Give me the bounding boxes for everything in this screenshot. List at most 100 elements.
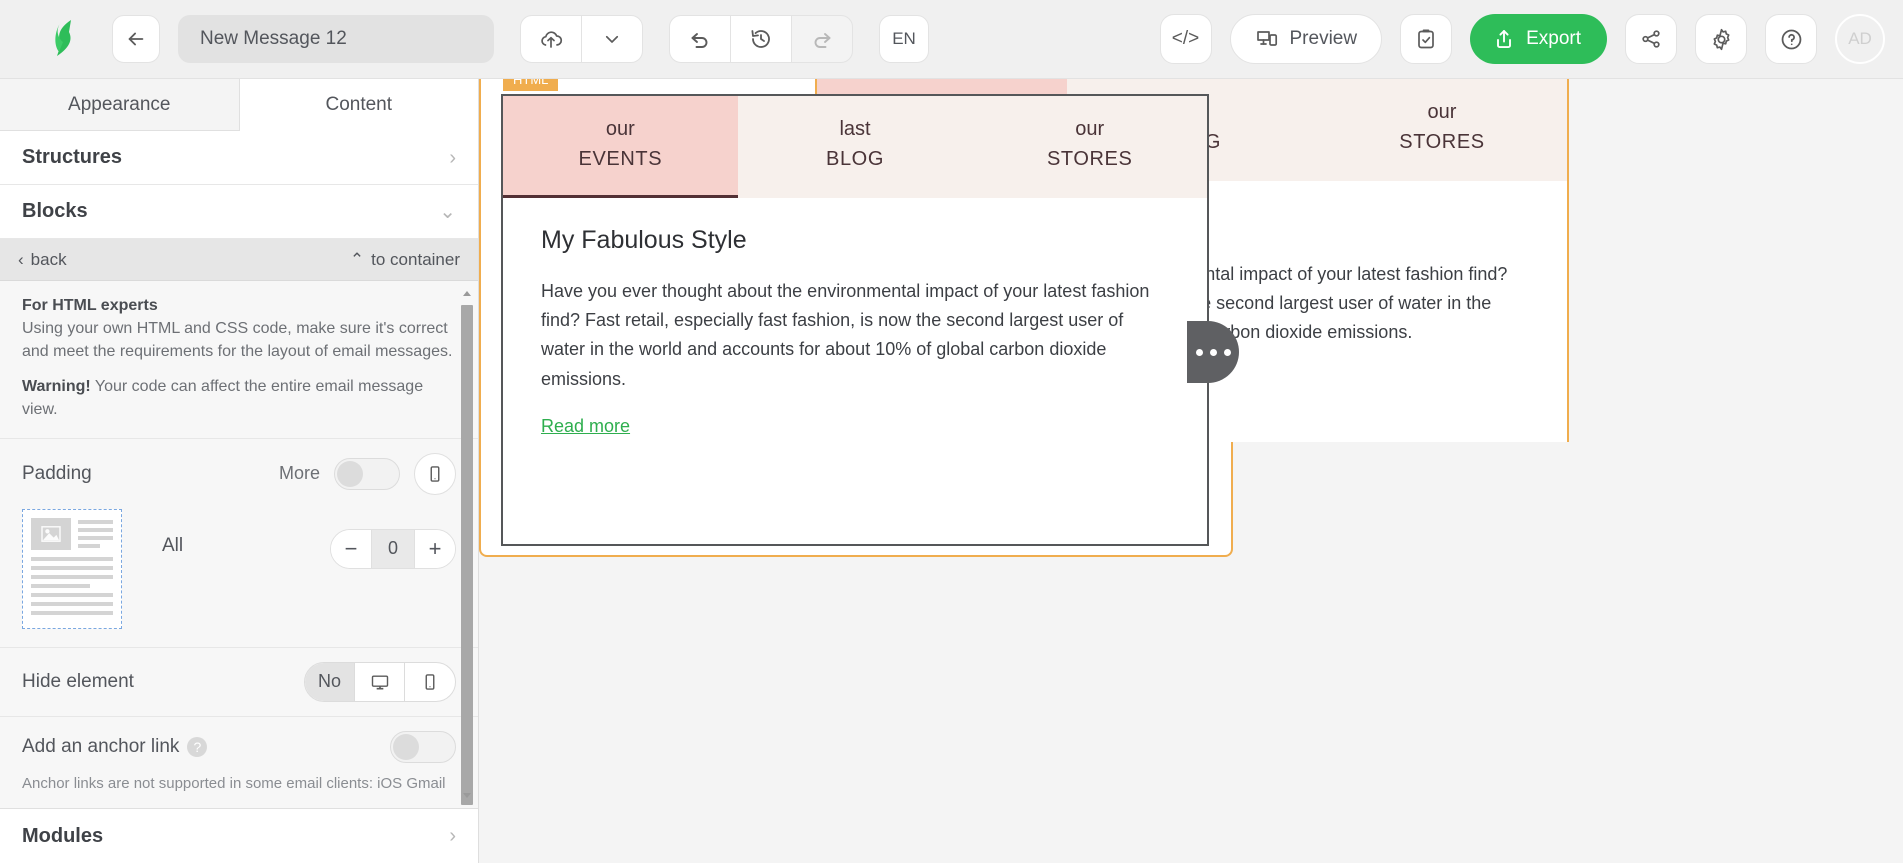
element-preview-thumbnail[interactable] [22,508,122,629]
help-badge-icon[interactable]: ? [187,736,208,757]
hide-element-option-desktop[interactable] [355,662,405,701]
scrollbar-thumb[interactable] [461,305,473,805]
app-logo-icon[interactable] [40,16,92,62]
sidebar-tabs: Appearance Content [0,79,478,131]
history-icon [751,30,770,48]
nav-cell-line2: STORES [1399,131,1485,154]
scroll-down-arrow-icon[interactable] [463,793,471,798]
padding-more-label: More [278,463,320,484]
scroll-up-arrow-icon[interactable] [463,291,471,296]
hide-element-row: Hide element No [0,648,478,716]
back-link[interactable]: ‹ back [18,250,67,270]
export-icon [1497,30,1512,49]
sidebar-section-blocks[interactable]: Blocks ⌄ [0,185,478,239]
article-2: My Fabulous Style Have you ever thought … [503,198,1207,459]
redo-icon [814,33,831,48]
preview-button[interactable]: Preview [1229,14,1383,64]
padding-decrease-button[interactable]: − [331,529,371,568]
read-more-link-2[interactable]: Read more [541,416,630,437]
history-button-group [669,15,853,63]
message-title-value: New Message 12 [200,28,347,49]
redo-button[interactable] [791,15,853,63]
export-button[interactable]: Export [1470,14,1607,64]
email-editor-app: New Message 12 EN </> Preview Export AD … [0,0,1903,863]
anchor-link-row: Add an anchor link? [0,717,478,763]
toggle-knob [393,733,419,760]
notice-text: Using your own HTML and CSS code, make s… [22,320,453,360]
properties-panel-content: For HTML experts Using your own HTML and… [0,281,478,802]
clipboard-check-icon [1418,29,1434,49]
history-button[interactable] [730,15,792,63]
save-options-button[interactable] [581,15,643,63]
nav-cell-line1: our [1075,118,1105,140]
panel-breadcrumb-bar: ‹ back ⌃ to container [0,239,478,281]
anchor-link-hint: Anchor links are not supported in some e… [22,774,446,792]
email-canvas[interactable]: our EVENTS last BLOG our STORES My Fabul… [479,79,1903,863]
nav-cell-blog-2[interactable]: last BLOG [737,96,973,198]
block-type-badge: HTML [503,79,559,91]
article-body-2: Have you ever thought about the environm… [541,280,1150,389]
thumbnail-top [31,517,113,550]
language-button[interactable]: EN [879,15,929,63]
code-view-button[interactable]: </> [1159,14,1212,64]
gear-icon [1712,28,1730,50]
tab-content[interactable]: Content [239,79,478,131]
chevron-up-icon: ⌃ [349,249,365,269]
hide-element-option-no[interactable]: No [305,662,355,701]
nav-cell-line1: our [605,118,635,140]
chevron-left-icon: ‹ [18,249,24,269]
save-button[interactable] [520,15,582,63]
anchor-link-toggle[interactable] [390,730,456,763]
nav-cell-events-2[interactable]: our EVENTS [503,96,738,198]
email-block-2-container[interactable]: HTML our EVENTS last BLOG our STORES My … [479,79,1239,557]
padding-label: Padding [22,462,92,484]
hide-element-option-mobile[interactable] [405,663,455,701]
email-block-2-selected[interactable]: HTML our EVENTS last BLOG our STORES My … [501,79,1209,546]
panel-scrollbar[interactable] [461,291,473,805]
save-button-group [520,15,643,63]
user-avatar[interactable]: AD [1835,14,1885,64]
sidebar-section-modules[interactable]: Modules › [0,809,478,863]
image-placeholder-icon [31,517,71,550]
sidebar-bottom: Modules › [0,808,478,863]
nav-cell-line1: last [839,118,871,140]
padding-control-row: All − 0 + [0,495,478,647]
nav-cell-stores-2[interactable]: our STORES [972,96,1208,198]
thumbnail-body-lines [31,556,113,615]
nav-cell-stores-1[interactable]: our STORES [1317,79,1567,181]
padding-value[interactable]: 0 [371,529,415,568]
mobile-icon [430,466,440,482]
tab-content-label: Content [325,93,393,115]
export-label: Export [1526,28,1581,49]
undo-button[interactable] [669,15,731,63]
structures-label: Structures [22,146,123,168]
padding-header-row: Padding More [0,439,478,495]
nav-cell-line2: EVENTS [578,148,663,171]
checklist-button[interactable] [1400,14,1453,64]
tab-appearance[interactable]: Appearance [0,79,240,131]
chevron-right-icon: › [449,825,456,847]
preview-label: Preview [1289,28,1358,49]
sidebar-section-structures[interactable]: Structures › [0,131,478,185]
ellipsis-icon [1209,348,1217,356]
share-button[interactable] [1625,14,1677,64]
padding-all-stepper: − 0 + [330,528,456,569]
hide-element-no-label: No [317,671,341,692]
toggle-knob [337,460,363,487]
message-title-input[interactable]: New Message 12 [178,15,494,63]
settings-button[interactable] [1695,14,1747,64]
to-container-link[interactable]: ⌃ to container [350,250,460,270]
padding-more-toggle[interactable] [334,457,400,490]
ellipsis-icon [1195,348,1203,356]
modules-label: Modules [22,824,104,847]
notice-warning-label: Warning! [22,378,91,396]
padding-mobile-button[interactable] [414,452,456,495]
devices-icon [1256,31,1277,46]
help-button[interactable] [1765,14,1817,64]
padding-all-label: All [162,534,184,556]
padding-increase-button[interactable]: + [415,529,455,568]
mobile-icon [425,674,435,690]
back-button[interactable] [112,15,160,63]
notice-heading: For HTML experts [22,297,158,314]
ellipsis-icon [1223,348,1231,356]
